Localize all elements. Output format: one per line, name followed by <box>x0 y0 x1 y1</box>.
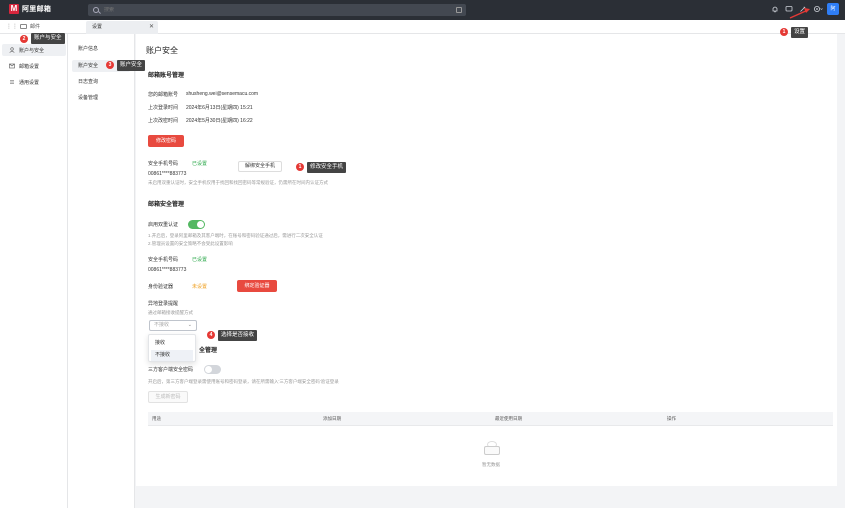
select-value: 不接收 <box>154 322 170 328</box>
last-login-label: 上次登录时间 <box>148 105 179 111</box>
subnav-item-account-info[interactable]: 账户信息 <box>72 43 130 55</box>
annotation-badge-3: 3 <box>106 61 114 69</box>
security-phone-value: 00861****883773 <box>148 171 187 177</box>
section-title-mailbox-security: 邮箱安全管理 <box>148 202 185 208</box>
dropdown-option-receive[interactable]: 接收 <box>151 338 193 349</box>
annotation-callout-2: 账户与安全 <box>31 33 65 44</box>
tab-settings[interactable]: 设置 ✕ <box>86 21 158 34</box>
top-bar: M 阿里邮箱 阿 <box>0 0 845 20</box>
annotation-callout-4: 选择是否接收 <box>218 330 258 341</box>
annotation-badge-settings: 1 <box>780 28 788 36</box>
mail-settings-icon <box>9 63 15 69</box>
remote-login-sublabel: 通过邮箱接收提醒方式 <box>148 310 193 315</box>
annotation-arrow-icon <box>789 8 810 19</box>
search-icon <box>93 7 99 13</box>
generate-password-button[interactable]: 生成新密码 <box>148 391 188 403</box>
settings-content: 账户安全 邮箱账号管理 您的邮箱账号 shusheng.wei@sensemac… <box>136 34 837 486</box>
tab-mail-label: 邮件 <box>30 24 41 30</box>
account-subnav: 账户信息 账户安全 日志查询 设备管理 <box>68 34 135 508</box>
annotation-badge-1: 1 <box>296 163 304 171</box>
annotation-callout-settings: 设置 <box>791 27 809 38</box>
column-last-used-date: 最近使用日期 <box>495 416 522 421</box>
last-login-value: 2024年6月13日(星期四) 15:21 <box>186 105 253 111</box>
subnav-item-log-query[interactable]: 日志查询 <box>72 76 130 88</box>
toggle-knob <box>205 366 212 373</box>
envelope-icon <box>20 24 27 29</box>
close-icon[interactable]: ✕ <box>149 21 154 34</box>
annotation-badge-4: 4 <box>207 331 215 339</box>
third-party-password-label: 三方客户端安全密码 <box>148 367 194 373</box>
security-phone-2-status: 已设置 <box>192 257 208 263</box>
column-purpose: 用途 <box>152 416 161 421</box>
settings-sidebar: 账户与安全 邮箱设置 通用设置 <box>0 34 68 508</box>
column-actions: 操作 <box>667 416 676 421</box>
last-password-change-value: 2024年5月30日(星期四) 16:22 <box>186 118 253 124</box>
email-label: 您的邮箱账号 <box>148 92 179 98</box>
chevron-down-icon: ⌄ <box>187 322 192 328</box>
annotation-badge-2: 2 <box>20 35 28 43</box>
logo-text: 阿里邮箱 <box>22 6 52 13</box>
logo-mark-icon: M <box>9 4 19 14</box>
search-box[interactable] <box>88 4 466 16</box>
sidebar-item-general-settings[interactable]: 通用设置 <box>2 76 66 88</box>
bind-authenticator-button[interactable]: 绑定验证器 <box>237 280 277 292</box>
two-factor-note-1: 1.开启后，登录阿里邮箱及其客户端时，在账号和密码验证通过后，需进行二次安全认证 <box>148 233 323 238</box>
dropdown-option-not-receive[interactable]: 不接收 <box>151 350 193 361</box>
section-title-account: 邮箱账号管理 <box>148 73 185 79</box>
search-filter-icon[interactable] <box>456 7 462 13</box>
gear-icon[interactable] <box>813 5 823 13</box>
remote-login-select[interactable]: 不接收 ⌄ <box>149 320 197 331</box>
change-password-button[interactable]: 修改密码 <box>148 135 184 147</box>
app-logo[interactable]: M 阿里邮箱 <box>9 4 51 14</box>
last-password-change-label: 上次改密时间 <box>148 118 179 124</box>
section-title-third-party-partial: 全管理 <box>199 348 218 354</box>
two-factor-note-2: 2.管理员设置的安全策略不会受此设置影响 <box>148 241 233 246</box>
two-factor-toggle[interactable] <box>188 220 205 229</box>
sidebar-item-label: 邮箱设置 <box>19 63 40 70</box>
toggle-knob <box>197 221 204 228</box>
tab-strip: ⋮⋮ 邮件 设置 ✕ <box>0 20 845 34</box>
general-settings-icon <box>9 79 15 85</box>
bell-icon[interactable] <box>771 5 779 13</box>
tab-settings-label: 设置 <box>92 24 103 30</box>
unbind-phone-button[interactable]: 解绑安全手机 <box>238 161 282 172</box>
sidebar-item-account-security[interactable]: 账户与安全 <box>2 44 66 56</box>
empty-state-text: 暂无数据 <box>482 462 500 467</box>
annotation-callout-1: 修改安全手机 <box>307 162 347 173</box>
column-added-date: 添加日期 <box>323 416 341 421</box>
third-party-password-toggle[interactable] <box>204 365 221 374</box>
authenticator-label: 身份验证器 <box>148 284 174 290</box>
table-header: 用途 添加日期 最近使用日期 操作 <box>148 412 833 426</box>
security-phone-note: 未启用双重认证时，安全手机仅用于找回和找回密码等常规验证，仍需所在时间内认证方式 <box>148 180 328 185</box>
security-phone-2-label: 安全手机号码 <box>148 257 179 263</box>
avatar[interactable]: 阿 <box>827 3 839 15</box>
search-input[interactable] <box>104 7 444 13</box>
security-phone-status: 已设置 <box>192 161 208 167</box>
annotation-callout-3: 账户安全 <box>117 60 146 71</box>
security-phone-2-value: 00861****883773 <box>148 267 187 273</box>
remote-login-dropdown: 接收 不接收 <box>148 334 196 362</box>
authenticator-status: 未设置 <box>192 284 208 290</box>
security-phone-label: 安全手机号码 <box>148 161 179 167</box>
app-grid-icon[interactable]: ⋮⋮ <box>6 24 18 30</box>
sidebar-item-mail-settings[interactable]: 邮箱设置 <box>2 60 66 72</box>
sidebar-item-label: 通用设置 <box>19 79 40 86</box>
remote-login-label: 异地登录提醒 <box>148 301 179 307</box>
third-party-password-note: 开启后，第三方客户端登录需使用账号和密码登录，请在所需输入'三方客户端安全密码'… <box>148 379 339 384</box>
user-icon <box>9 47 15 53</box>
empty-box-icon <box>482 440 502 456</box>
sidebar-item-label: 账户与安全 <box>19 47 45 54</box>
email-value: shusheng.wei@sensemacu.com <box>186 91 259 97</box>
tab-mail[interactable]: 邮件 <box>20 23 40 30</box>
page-title: 账户安全 <box>146 46 178 55</box>
subnav-item-device-management[interactable]: 设备管理 <box>72 92 130 104</box>
two-factor-label: 启用双重认证 <box>148 222 179 228</box>
